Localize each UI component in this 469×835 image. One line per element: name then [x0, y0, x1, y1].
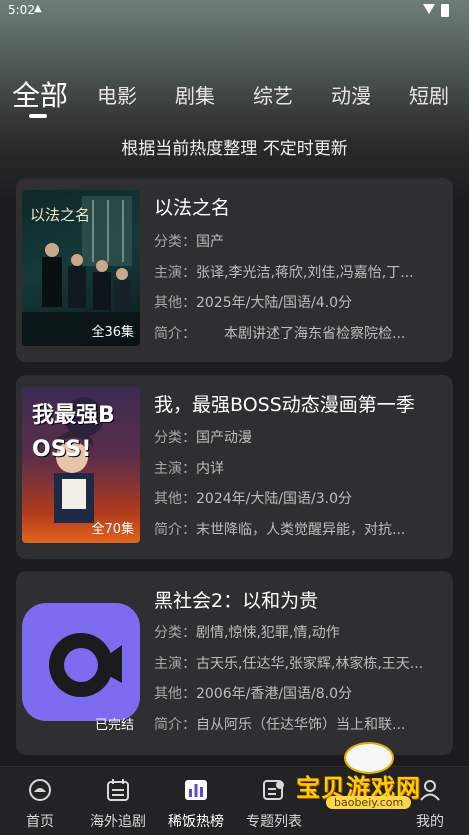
watermark: 宝贝游戏网 baobeiy.com — [296, 742, 436, 812]
poster-image: 我最强BOSS! 全70集 — [22, 387, 140, 543]
status-badge: 已完结 — [94, 718, 134, 733]
notification-icon: ▲ — [34, 3, 42, 14]
list-item[interactable]: 已完结 黑社会2：以和为贵 分类：剧情,惊悚,犯罪,情,动作 主演：古天乐,任达… — [16, 571, 453, 755]
nav-label: 专题列表 — [246, 814, 302, 830]
active-tab-indicator — [29, 114, 47, 118]
item-title[interactable]: 我，最强BOSS动态漫画第一季 — [154, 390, 415, 417]
item-cast: 主演：内详 — [154, 461, 224, 477]
home-icon — [29, 779, 51, 801]
poster-title-art: 以法之名 — [30, 206, 91, 224]
item-intro: 简介：自从阿乐（任达华饰）当上和联... — [154, 717, 406, 733]
episode-badge: 全70集 — [91, 522, 134, 537]
item-other: 其他：2006年/香港/国语/8.0分 — [154, 686, 353, 702]
item-other: 其他：2024年/大陆/国语/3.0分 — [154, 491, 353, 507]
item-cast: 主演：张译,李光洁,蒋欣,刘佳,冯嘉怡,丁... — [154, 265, 414, 281]
nav-label: 稀饭热榜 — [168, 814, 224, 830]
nav-hot-list[interactable]: 稀饭热榜 — [156, 767, 236, 835]
calendar-icon — [107, 779, 129, 801]
item-category: 分类：剧情,惊悚,犯罪,情,动作 — [154, 625, 340, 641]
item-intro: 简介： 本剧讲述了海东省检察院检... — [154, 326, 406, 342]
watermark-url: baobeiy.com — [326, 796, 412, 809]
poster-image: 以法之名 全36集 — [22, 190, 140, 346]
nav-overseas[interactable]: 海外追剧 — [78, 767, 158, 835]
battery-icon — [441, 4, 449, 17]
tab-all[interactable]: 全部 — [12, 74, 68, 114]
status-time: 5:02 — [8, 3, 35, 17]
tab-short-drama[interactable]: 短剧 — [409, 80, 449, 109]
item-cast: 主演：古天乐,任达华,张家辉,林家栋,王天... — [154, 656, 424, 672]
wifi-icon — [423, 4, 435, 14]
nav-home[interactable]: 首页 — [0, 767, 80, 835]
category-tabs: 全部 电影 剧集 综艺 动漫 短剧 — [0, 72, 469, 112]
status-bar: 5:02 ▲ — [0, 0, 469, 22]
episode-badge: 全36集 — [91, 325, 134, 340]
tab-series[interactable]: 剧集 — [175, 80, 215, 109]
item-category: 分类：国产 — [154, 234, 224, 250]
nav-label: 首页 — [26, 814, 54, 830]
poster-title-art: 我最强BOSS! — [32, 403, 115, 462]
list-icon — [263, 780, 284, 800]
tab-variety[interactable]: 综艺 — [253, 80, 293, 109]
chart-icon — [185, 780, 207, 800]
poster-image: 已完结 — [22, 583, 140, 739]
list-item[interactable]: 我最强BOSS! 全70集 我，最强BOSS动态漫画第一季 分类：国产动漫 主演… — [16, 375, 453, 559]
item-intro: 简介：末世降临，人类觉醒异能，对抗... — [154, 522, 406, 538]
nav-label: 海外追剧 — [90, 814, 146, 830]
item-category: 分类：国产动漫 — [154, 430, 252, 446]
page-subtitle: 根据当前热度整理 不定时更新 — [121, 139, 348, 159]
nav-label: 我的 — [416, 814, 444, 830]
tab-anime[interactable]: 动漫 — [331, 80, 371, 109]
list-item[interactable]: 以法之名 全36集 以法之名 分类：国产 主演：张译,李光洁,蒋欣,刘佳,冯嘉怡… — [16, 178, 453, 362]
tab-movies[interactable]: 电影 — [97, 80, 137, 109]
item-title[interactable]: 以法之名 — [154, 193, 230, 220]
item-other: 其他：2025年/大陆/国语/4.0分 — [154, 295, 353, 311]
item-title[interactable]: 黑社会2：以和为贵 — [154, 586, 318, 613]
